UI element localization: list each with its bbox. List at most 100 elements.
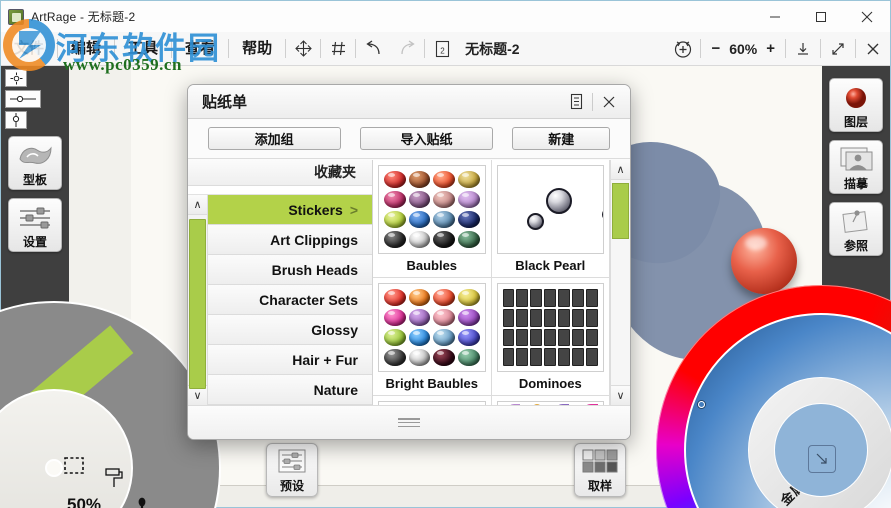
undo-icon[interactable] [356,32,390,66]
category-item-art-clippings[interactable]: Art Clippings [208,225,372,255]
layers-panel-button[interactable]: 图层 [829,78,883,132]
resize-grip[interactable] [398,418,420,427]
redo-icon[interactable] [390,32,424,66]
settings-panel-button[interactable]: 设置 [8,198,62,252]
dialog-toolbar: 添加组 导入贴纸 新建 [188,119,630,159]
sampling-button[interactable]: 取样 [574,443,626,497]
download-icon[interactable] [786,32,820,66]
sticker-thumbnail[interactable] [496,165,604,254]
bauble [384,231,406,248]
sticker-label: Bright Baubles [385,376,478,391]
sticker-thumbnail[interactable] [496,283,604,372]
select-tool-icon[interactable] [57,449,91,483]
sticker-scroll-track[interactable] [611,180,630,385]
hue-selector-dot[interactable] [698,401,705,408]
domino [516,308,529,327]
bauble [384,349,406,366]
sticker-item-dominoes[interactable]: Dominoes [491,278,610,396]
category-spacer [188,185,372,195]
pointer-tool-icon[interactable] [5,69,27,87]
bauble [457,171,480,188]
category-scrollbar[interactable]: ∧ ∨ [188,195,208,405]
bauble [457,289,480,306]
sticker-item-bright-baubles[interactable]: Bright Baubles [373,278,492,396]
bauble [433,171,455,188]
sticker-dialog[interactable]: 贴纸单 添加组 导入贴纸 新建 收藏夹 ∧ ∨ Stickers > Art C… [187,84,631,440]
sticker-thumbnail[interactable] [378,165,486,254]
sliders-icon [9,199,61,236]
stencil-label: 型板 [22,173,47,187]
rotate-canvas-icon[interactable] [666,32,700,66]
tracing-panel-button[interactable]: 描摹 [829,140,883,194]
category-item-hair-fur[interactable]: Hair + Fur [208,345,372,375]
presets-button[interactable]: 预设 [266,443,318,497]
bauble [384,211,406,228]
svg-text:2: 2 [440,46,445,55]
left-tool-panel: 型板 设置 T [0,66,219,508]
zoom-in-button[interactable]: + [766,40,775,57]
category-scroll-track[interactable] [188,215,207,389]
dialog-body: 收藏夹 ∧ ∨ Stickers > Art Clippings Brush H… [188,160,630,412]
category-item-glossy[interactable]: Glossy [208,315,372,345]
expand-arrow-icon[interactable] [808,445,836,473]
bauble [433,211,455,228]
favorites-item[interactable]: 收藏夹 [188,160,372,186]
sticker-scroll-down[interactable]: ∨ [611,385,630,405]
domino [516,328,529,347]
slider-tool-icon[interactable] [5,90,41,108]
move-icon[interactable] [286,32,320,66]
pearl [545,188,572,214]
stencil-icon [9,137,61,174]
pearl [526,213,544,230]
bauble [384,309,406,326]
category-item-character-sets[interactable]: Character Sets [208,285,372,315]
grid-icon[interactable] [321,32,355,66]
bauble [384,191,406,208]
category-item-nature[interactable]: Nature [208,375,372,405]
menu-file[interactable]: 文件 [1,32,57,66]
close-icon[interactable] [856,32,890,66]
menu-view[interactable]: 查看 [172,32,228,66]
domino [530,308,543,327]
new-button[interactable]: 新建 [512,127,611,150]
window-title: ArtRage - 无标题-2 [31,10,136,24]
category-item-stickers[interactable]: Stickers > [208,195,372,225]
sticker-scrollbar[interactable]: ∧ ∨ [610,160,630,405]
sticker-thumbnail[interactable] [378,283,486,372]
tracing-image-icon [830,141,882,178]
menu-edit[interactable]: 编辑 [58,32,114,66]
menu-help[interactable]: 帮助 [229,32,285,66]
close-button[interactable] [844,1,890,32]
sticker-scroll-up[interactable]: ∧ [611,160,630,180]
add-group-button[interactable]: 添加组 [207,127,341,150]
vertical-slider-icon[interactable] [5,111,27,129]
dialog-close-icon[interactable] [596,89,622,115]
presets-icon [275,444,309,477]
sticker-item-black-pearl[interactable]: Black Pearl [491,160,610,278]
category-scroll-thumb[interactable] [189,219,206,389]
sampling-label: 取样 [587,479,612,493]
bauble [457,329,480,346]
domino [572,348,585,366]
category-item-brush-heads[interactable]: Brush Heads [208,255,372,285]
dialog-menu-icon[interactable] [563,89,589,115]
eyedropper-tool-icon[interactable] [125,491,159,508]
reference-panel-button[interactable]: 参照 [829,202,883,256]
zoom-out-button[interactable]: − [711,40,720,57]
sticker-item-baubles[interactable]: Baubles [373,160,492,278]
domino [572,328,585,347]
bauble [457,349,480,366]
maximize-button[interactable] [798,1,844,32]
roller-tool-icon[interactable] [97,461,131,495]
sticker-scroll-thumb[interactable] [612,183,629,239]
menu-tools[interactable]: 工具 [115,32,171,66]
title-bar: ArtRage - 无标题-2 [1,1,890,32]
bauble [433,289,455,306]
stencil-panel-button[interactable]: 型板 [8,136,62,190]
category-scroll-up[interactable]: ∧ [188,195,207,215]
tool-size-value: 50% [67,495,102,508]
minimize-button[interactable] [752,1,798,32]
document-name[interactable]: 无标题-2 [459,39,529,59]
import-sticker-button[interactable]: 导入贴纸 [359,127,493,150]
fullscreen-icon[interactable] [821,32,855,66]
